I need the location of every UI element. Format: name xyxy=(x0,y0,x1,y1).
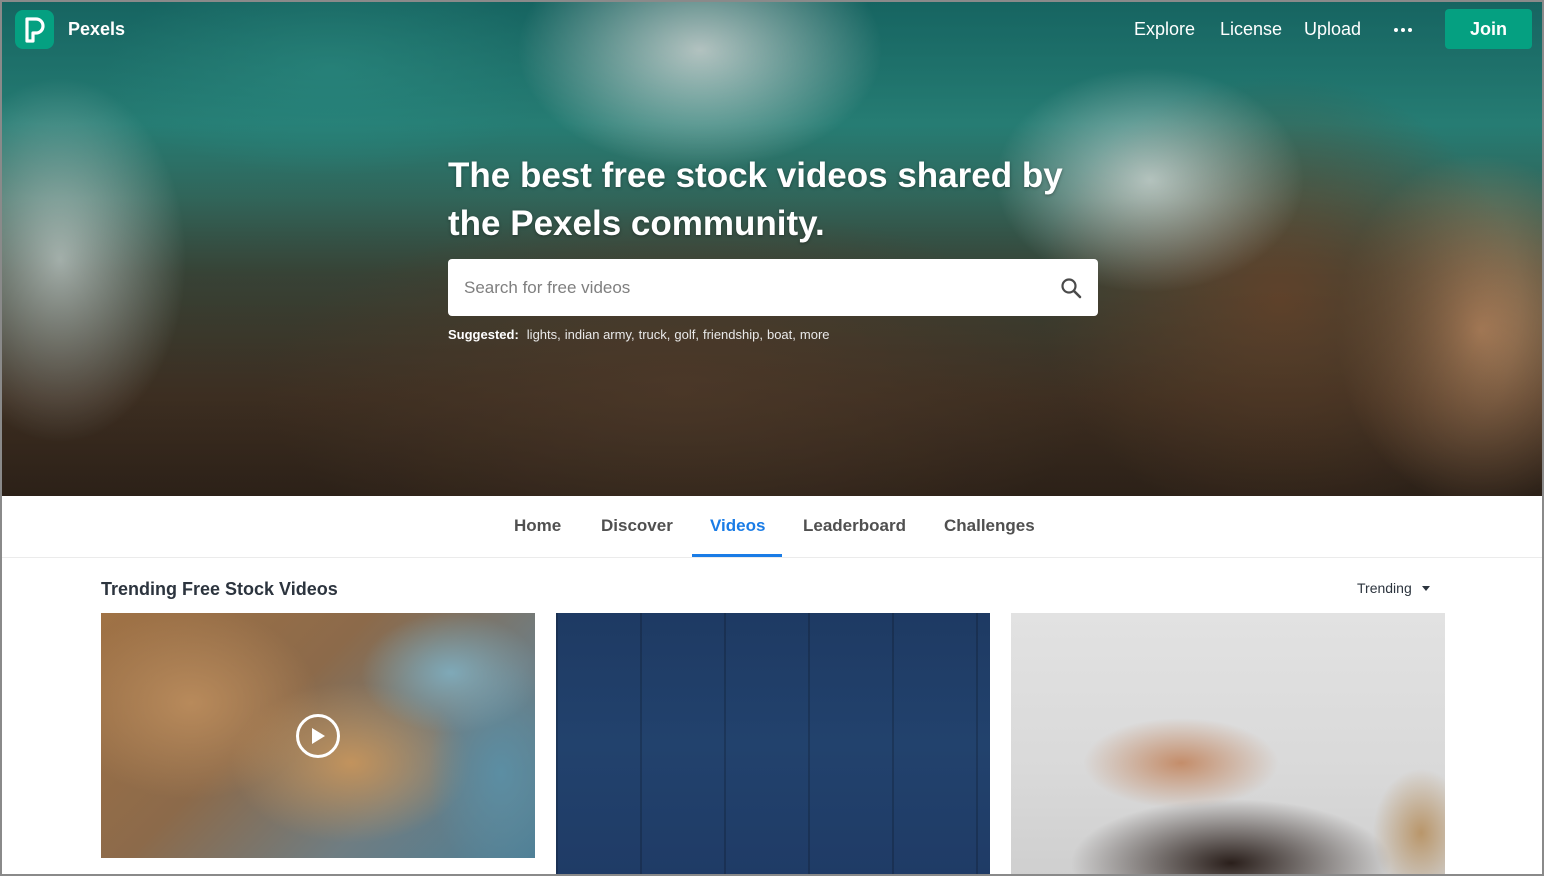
tab-videos[interactable]: Videos xyxy=(710,516,765,536)
top-navigation: Pexels Explore License Upload Join xyxy=(0,0,1544,60)
sort-dropdown[interactable]: Trending xyxy=(1357,580,1430,596)
suggested-label: Suggested: xyxy=(448,327,519,342)
nav-upload-link[interactable]: Upload xyxy=(1304,19,1361,40)
nav-license-link[interactable]: License xyxy=(1220,19,1282,40)
tab-discover[interactable]: Discover xyxy=(601,516,673,536)
ellipsis-icon[interactable] xyxy=(1393,21,1413,39)
pexels-logo-icon[interactable] xyxy=(15,10,54,49)
sort-label: Trending xyxy=(1357,580,1412,596)
search-input[interactable] xyxy=(464,273,1044,303)
tab-leaderboard[interactable]: Leaderboard xyxy=(803,516,906,536)
video-card[interactable] xyxy=(556,613,990,876)
video-card[interactable] xyxy=(1011,613,1445,876)
suggested-item[interactable]: boat, xyxy=(767,327,796,342)
active-tab-indicator xyxy=(692,554,782,557)
suggested-more-link[interactable]: more xyxy=(800,327,830,342)
suggested-item[interactable]: friendship, xyxy=(703,327,763,342)
search-icon[interactable] xyxy=(1060,277,1082,299)
video-card[interactable] xyxy=(101,613,535,858)
section-tabs: Home Discover Videos Leaderboard Challen… xyxy=(0,496,1544,558)
section-title: Trending Free Stock Videos xyxy=(101,579,338,599)
tab-home[interactable]: Home xyxy=(514,516,561,536)
suggested-item[interactable]: indian army, xyxy=(565,327,635,342)
suggested-item[interactable]: truck, xyxy=(639,327,671,342)
suggested-searches: Suggested: lights, indian army, truck, g… xyxy=(448,327,830,342)
suggested-item[interactable]: lights, xyxy=(527,327,561,342)
join-button[interactable]: Join xyxy=(1445,9,1532,49)
tab-challenges[interactable]: Challenges xyxy=(944,516,1035,536)
nav-explore-link[interactable]: Explore xyxy=(1134,19,1195,40)
hero-banner xyxy=(0,0,1544,496)
brand-name[interactable]: Pexels xyxy=(68,19,125,40)
suggested-item[interactable]: golf, xyxy=(674,327,699,342)
search-box xyxy=(448,259,1098,316)
play-icon[interactable] xyxy=(296,714,340,758)
chevron-down-icon xyxy=(1421,585,1430,591)
hero-title: The best free stock videos shared by the… xyxy=(448,156,1063,243)
